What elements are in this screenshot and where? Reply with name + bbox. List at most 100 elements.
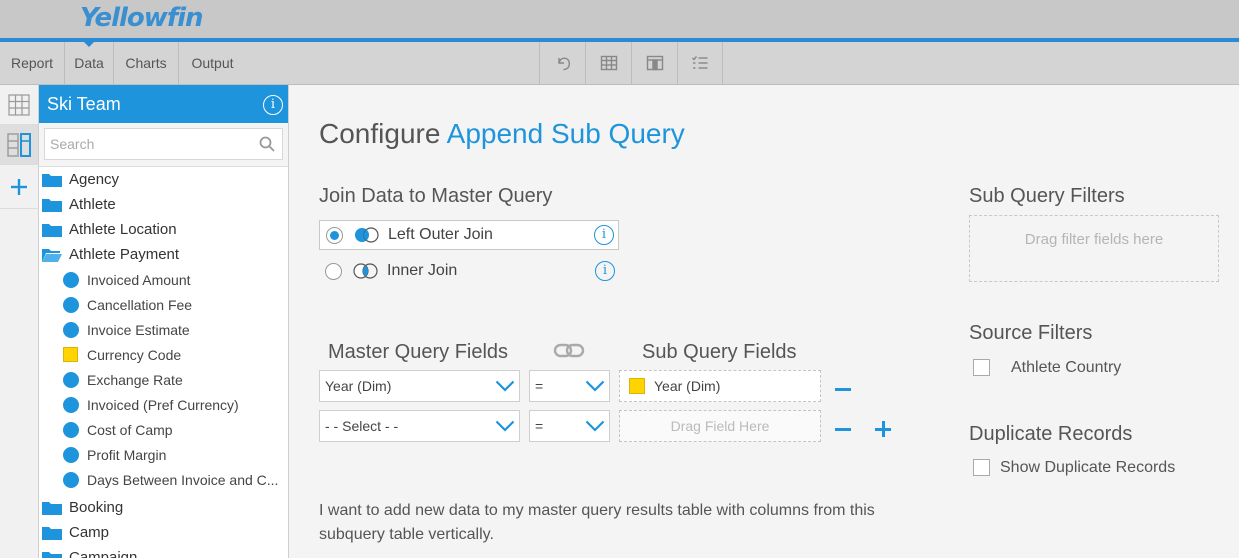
- link-icon: [553, 343, 585, 358]
- sub-query-filters-heading: Sub Query Filters: [969, 185, 1125, 207]
- duplicate-records-option[interactable]: Show Duplicate Records: [973, 457, 1175, 477]
- field-label: Invoice Estimate: [87, 321, 190, 338]
- filter-dropzone[interactable]: Drag filter fields here: [969, 215, 1219, 282]
- metric-icon: [63, 296, 79, 313]
- tree-folder[interactable]: Athlete Location: [39, 217, 288, 242]
- page-title-accent: Append Sub Query: [446, 118, 685, 149]
- join-radio[interactable]: [325, 262, 342, 280]
- chevron-down-icon: [495, 420, 515, 432]
- field-label: Exchange Rate: [87, 371, 183, 388]
- remove-row-button[interactable]: [835, 428, 851, 431]
- field-tree: Agency Athlete Athlete Location Athlete …: [39, 167, 288, 558]
- search-button[interactable]: [252, 128, 283, 160]
- tab-charts[interactable]: Charts: [114, 42, 179, 84]
- metric-icon: [63, 471, 79, 488]
- table-columns-button[interactable]: [631, 42, 677, 84]
- join-radio[interactable]: [326, 226, 343, 244]
- chevron-down-icon: [585, 380, 605, 392]
- join-label: Inner Join: [387, 262, 458, 279]
- add-button[interactable]: [0, 165, 38, 209]
- field-label: Currency Code: [87, 346, 182, 363]
- remove-row-button[interactable]: [835, 388, 851, 391]
- list-checks-icon: [692, 56, 708, 69]
- undo-icon: [557, 57, 570, 71]
- source-filter-checkbox[interactable]: [973, 358, 990, 376]
- yellowfin-logo[interactable]: Yellowfin: [80, 3, 204, 33]
- operator-value: =: [535, 378, 544, 394]
- search-icon: [259, 136, 275, 152]
- chevron-down-icon: [585, 420, 605, 432]
- metric-icon: [63, 396, 79, 413]
- sub-field-slot[interactable]: Year (Dim): [619, 370, 821, 402]
- list-checks-button[interactable]: [677, 42, 723, 84]
- duplicate-records-checkbox[interactable]: [973, 458, 990, 476]
- description-text: I want to add new data to my master quer…: [319, 502, 875, 543]
- metric-icon: [63, 446, 79, 463]
- master-field-select[interactable]: Year (Dim): [319, 370, 520, 402]
- tree-field[interactable]: Currency Code: [39, 342, 288, 367]
- inner-join-icon: [353, 263, 378, 279]
- tree-folder[interactable]: Camp: [39, 520, 288, 545]
- source-filter-label: Athlete Country: [1011, 359, 1122, 376]
- master-field-value: Year (Dim): [325, 378, 392, 394]
- tree-field[interactable]: Exchange Rate: [39, 367, 288, 392]
- grid-view-button[interactable]: [0, 85, 38, 125]
- info-icon[interactable]: i: [595, 261, 615, 281]
- folder-label: Athlete: [69, 196, 116, 213]
- tree-field[interactable]: Profit Margin: [39, 442, 288, 467]
- left-tool-strip: [0, 85, 39, 558]
- folder-label: Campaign: [69, 549, 138, 558]
- master-field-select[interactable]: - - Select - -: [319, 410, 520, 442]
- tree-folder[interactable]: Agency: [39, 167, 288, 192]
- columns-panel-icon: [7, 132, 31, 157]
- tab-output[interactable]: Output: [179, 42, 246, 84]
- dimension-icon: [63, 347, 78, 362]
- tree-field[interactable]: Invoiced (Pref Currency): [39, 392, 288, 417]
- left-outer-join-icon: [355, 227, 379, 243]
- field-label: Cost of Camp: [87, 421, 173, 438]
- tree-folder[interactable]: Athlete: [39, 192, 288, 217]
- folder-label: Camp: [69, 524, 110, 541]
- tree-field[interactable]: Days Between Invoice and C...: [39, 467, 288, 492]
- folder-icon: [42, 173, 62, 187]
- metric-icon: [63, 421, 79, 438]
- master-field-value: - - Select - -: [325, 418, 399, 434]
- tree-field[interactable]: Invoiced Amount: [39, 267, 288, 292]
- table-view-button[interactable]: [585, 42, 631, 84]
- tree-folder[interactable]: Campaign: [39, 545, 288, 558]
- page-title-prefix: Configure: [319, 118, 441, 149]
- join-option-inner[interactable]: Inner Join i: [319, 256, 619, 286]
- sub-field-dropzone[interactable]: Drag Field Here: [619, 410, 821, 442]
- folder-icon: [42, 501, 62, 515]
- folder-label: Agency: [69, 171, 120, 188]
- info-icon[interactable]: i: [594, 225, 614, 245]
- tree-field[interactable]: Invoice Estimate: [39, 317, 288, 342]
- operator-select[interactable]: =: [529, 410, 610, 442]
- master-fields-heading: Master Query Fields: [328, 341, 509, 363]
- source-filter-option[interactable]: Athlete Country: [973, 357, 1121, 377]
- grid-icon: [8, 93, 30, 116]
- undo-button[interactable]: [539, 42, 585, 84]
- join-label: Left Outer Join: [388, 226, 493, 243]
- folder-open-icon: [42, 248, 62, 262]
- operator-select[interactable]: =: [529, 370, 610, 402]
- tab-report[interactable]: Report: [0, 42, 65, 84]
- tree-field[interactable]: Cancellation Fee: [39, 292, 288, 317]
- folder-icon: [42, 526, 62, 540]
- info-icon[interactable]: i: [263, 95, 283, 115]
- data-panel-button[interactable]: [0, 125, 38, 165]
- tree-folder-open[interactable]: Athlete Payment: [39, 242, 288, 267]
- table-view-icon: [600, 55, 617, 71]
- duplicate-records-heading: Duplicate Records: [969, 423, 1133, 445]
- tab-data[interactable]: Data: [65, 41, 114, 84]
- app-header: Yellowfin: [0, 0, 1239, 38]
- tree-field[interactable]: Cost of Camp: [39, 417, 288, 442]
- source-filters-heading: Source Filters: [969, 322, 1093, 344]
- search-input[interactable]: [44, 128, 252, 160]
- panel-title: Ski Team: [47, 94, 121, 114]
- add-row-button[interactable]: [875, 421, 891, 437]
- tree-folder[interactable]: Booking: [39, 495, 288, 520]
- folder-label: Athlete Payment: [69, 246, 180, 263]
- join-option-left-outer[interactable]: Left Outer Join i: [319, 220, 619, 250]
- add-icon: [11, 178, 27, 195]
